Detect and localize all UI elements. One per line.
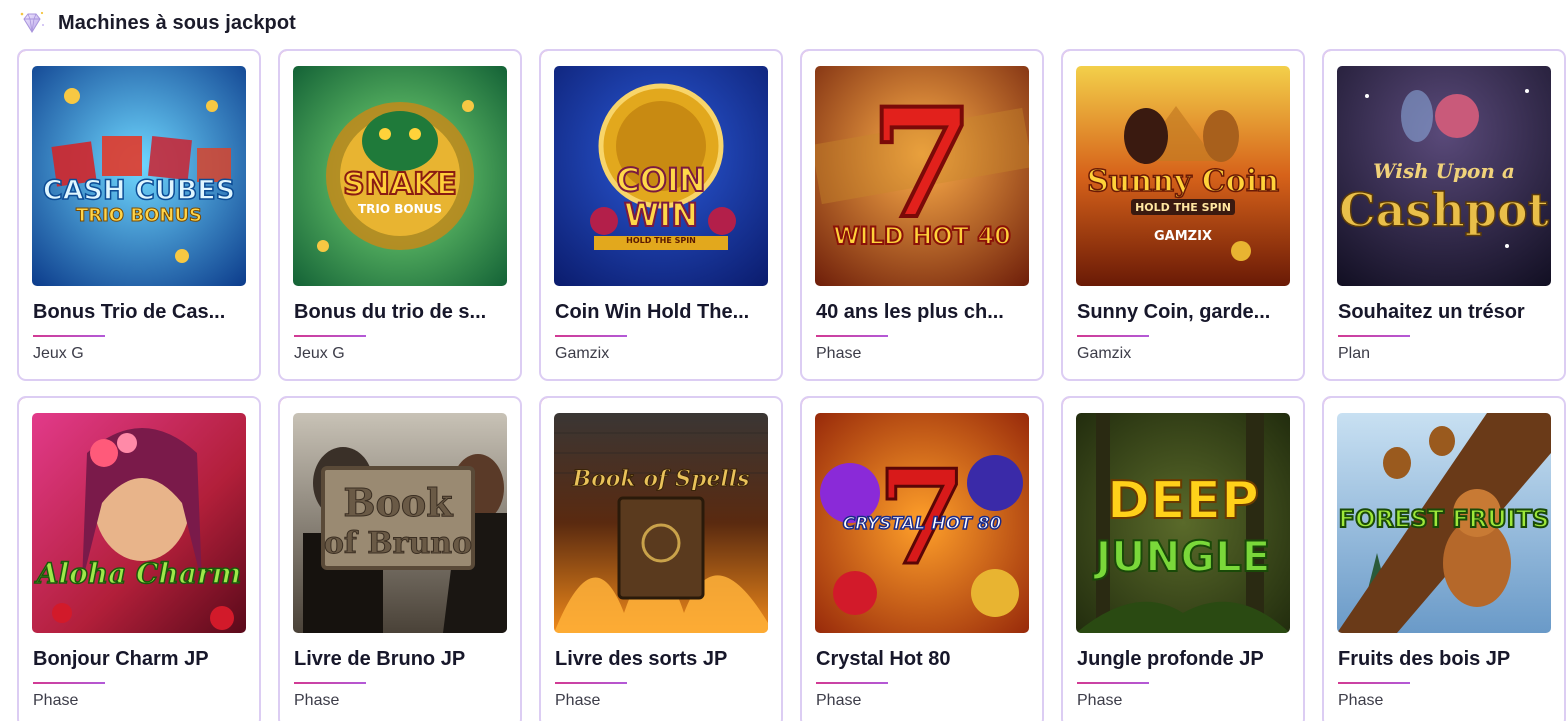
thumbnail-text: HOLD THE SPIN [1135, 201, 1231, 214]
thumbnail-text: GAMZIX [1154, 229, 1212, 244]
game-thumbnail[interactable]: Aloha Charm [32, 413, 246, 633]
name-divider [816, 335, 888, 337]
thumbnail-text: WILD HOT 40 [833, 222, 1011, 250]
game-name[interactable]: Crystal Hot 80 [816, 648, 1031, 671]
thumbnail-text: TRIO BONUS [76, 205, 202, 226]
name-divider [555, 682, 627, 684]
game-thumbnail[interactable]: DEEP JUNGLE [1076, 413, 1290, 633]
game-provider: Phase [816, 692, 862, 709]
game-thumbnail[interactable]: Sunny Coin HOLD THE SPIN GAMZIX [1076, 66, 1290, 286]
game-thumbnail[interactable]: SNAKE TRIO BONUS [293, 66, 507, 286]
game-card[interactable]: Book of Bruno Livre de Bruno JP Phase [278, 396, 522, 721]
game-provider: Phase [33, 692, 79, 709]
game-provider: Jeux G [33, 345, 84, 362]
game-name[interactable]: Bonus du trio de s... [294, 301, 509, 324]
name-divider [816, 682, 888, 684]
game-name[interactable]: Fruits des bois JP [1338, 648, 1553, 671]
game-card[interactable]: COIN WIN HOLD THE SPIN Coin Win Hold The… [539, 49, 783, 381]
thumbnail-text: CASH CUBES [43, 175, 235, 206]
thumbnail-text: of Bruno [324, 526, 472, 561]
thumbnail-text: Cashpot [1339, 183, 1550, 237]
game-thumbnail[interactable]: Book of Spells [554, 413, 768, 633]
thumbnail-text: Sunny Coin [1087, 164, 1279, 199]
game-name[interactable]: Bonjour Charm JP [33, 648, 248, 671]
game-provider: Gamzix [555, 345, 610, 362]
game-provider: Phase [1077, 692, 1123, 709]
game-card[interactable]: Wish Upon a Cashpot Souhaitez un trésor … [1322, 49, 1566, 381]
thumbnail-text: DEEP [1107, 471, 1259, 531]
game-name[interactable]: Livre des sorts JP [555, 648, 770, 671]
thumbnail-text: Book [343, 480, 453, 525]
thumbnail-text: SNAKE [343, 167, 457, 202]
game-card[interactable]: 7 WILD HOT 40 40 ans les plus ch... Phas… [800, 49, 1044, 381]
game-card[interactable]: SNAKE TRIO BONUS Bonus du trio de s... J… [278, 49, 522, 381]
thumbnail-text: TRIO BONUS [358, 202, 442, 216]
name-divider [555, 335, 627, 337]
thumbnail-text: FOREST FRUITS [1339, 505, 1550, 533]
game-provider: Phase [816, 345, 862, 362]
name-divider [1338, 335, 1410, 337]
thumbnail-text: Aloha Charm [34, 557, 241, 590]
thumbnail-text: HOLD THE SPIN [626, 236, 696, 245]
game-provider: Gamzix [1077, 345, 1132, 362]
name-divider [1077, 335, 1149, 337]
thumbnail-text: WIN [624, 196, 698, 234]
thumbnail-text: Book of Spells [571, 466, 749, 492]
game-card[interactable]: FOREST FRUITS Fruits des bois JP Phase [1322, 396, 1566, 721]
game-card[interactable]: Book of Spells Livre des sorts JP Phase [539, 396, 783, 721]
game-provider: Plan [1338, 345, 1371, 362]
game-thumbnail[interactable]: CASH CUBES TRIO BONUS [32, 66, 246, 286]
game-card[interactable]: DEEP JUNGLE Jungle profonde JP Phase [1061, 396, 1305, 721]
game-name[interactable]: Livre de Bruno JP [294, 648, 509, 671]
game-name[interactable]: Bonus Trio de Cas... [33, 301, 248, 324]
game-thumbnail[interactable]: 7 WILD HOT 40 [815, 66, 1029, 286]
thumbnail-text: CRYSTAL HOT 80 [843, 514, 1002, 534]
section-header: Machines à sous jackpot [18, 8, 296, 38]
game-provider: Phase [555, 692, 601, 709]
name-divider [1077, 682, 1149, 684]
game-provider: Phase [294, 692, 340, 709]
game-thumbnail[interactable]: Book of Bruno [293, 413, 507, 633]
game-name[interactable]: Sunny Coin, garde... [1077, 301, 1292, 324]
name-divider [33, 682, 105, 684]
game-card[interactable]: Sunny Coin HOLD THE SPIN GAMZIX Sunny Co… [1061, 49, 1305, 381]
thumbnail-text: Wish Upon a [1373, 159, 1515, 183]
name-divider [33, 335, 105, 337]
game-thumbnail[interactable]: Wish Upon a Cashpot [1337, 66, 1551, 286]
game-name[interactable]: 40 ans les plus ch... [816, 301, 1031, 324]
game-card[interactable]: 7 CRYSTAL HOT 80 Crystal Hot 80 Phase [800, 396, 1044, 721]
name-divider [294, 335, 366, 337]
game-name[interactable]: Souhaitez un trésor [1338, 301, 1553, 324]
name-divider [294, 682, 366, 684]
game-provider: Jeux G [294, 345, 345, 362]
game-name[interactable]: Coin Win Hold The... [555, 301, 770, 324]
game-thumbnail[interactable]: 7 CRYSTAL HOT 80 [815, 413, 1029, 633]
thumbnail-text: JUNGLE [1093, 532, 1271, 581]
game-provider: Phase [1338, 692, 1384, 709]
game-thumbnail[interactable]: FOREST FRUITS [1337, 413, 1551, 633]
game-card[interactable]: CASH CUBES TRIO BONUS Bonus Trio de Cas.… [17, 49, 261, 381]
thumbnail-text: COIN [616, 161, 705, 199]
game-thumbnail[interactable]: COIN WIN HOLD THE SPIN [554, 66, 768, 286]
section-title: Machines à sous jackpot [58, 11, 296, 34]
game-card[interactable]: Aloha Charm Bonjour Charm JP Phase [17, 396, 261, 721]
game-name[interactable]: Jungle profonde JP [1077, 648, 1292, 671]
diamond-icon [20, 11, 44, 33]
name-divider [1338, 682, 1410, 684]
game-grid: CASH CUBES TRIO BONUS Bonus Trio de Cas.… [17, 49, 1567, 721]
